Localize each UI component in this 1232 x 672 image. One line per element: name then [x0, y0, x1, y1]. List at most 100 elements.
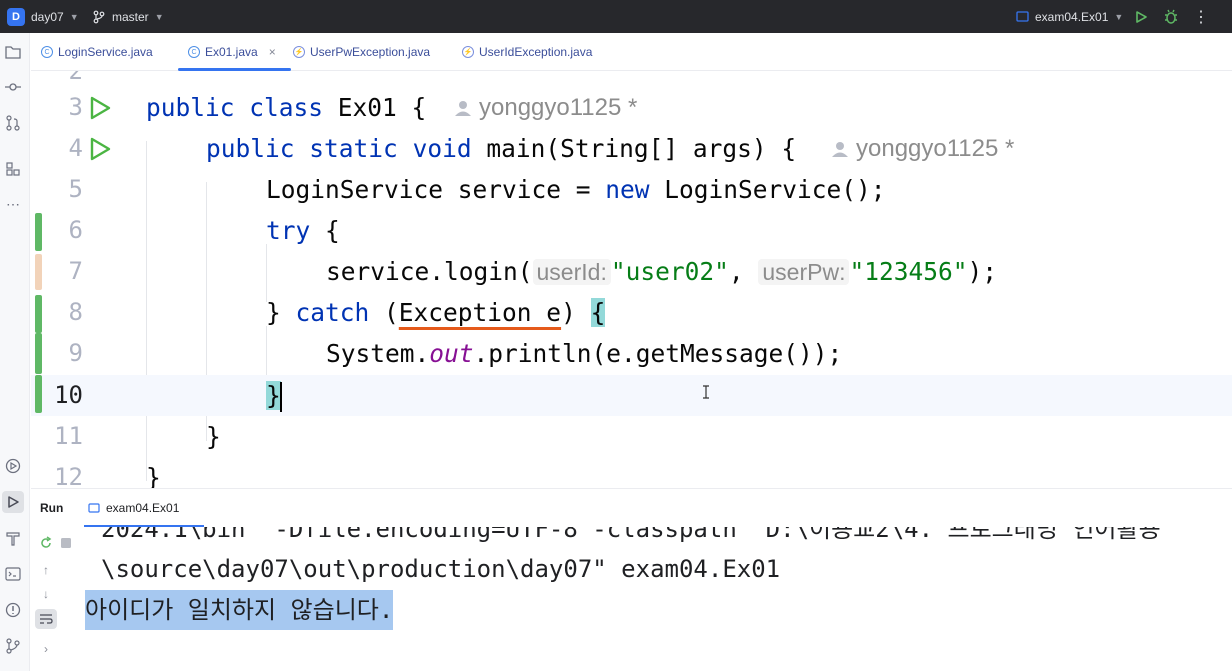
run-gutter-icon[interactable]	[89, 96, 111, 120]
more-options-icon[interactable]: ⋮	[1190, 0, 1212, 33]
code-text: service.login(userId: "user02", userPw: "1…	[326, 257, 997, 286]
run-panel-header: Run exam04.Ex01	[31, 489, 1232, 527]
debug-button[interactable]	[1160, 0, 1182, 33]
code-line: 3 public class Ex01 { yonggyo1125 *	[31, 87, 1232, 128]
run-config-selector[interactable]: exam04.Ex01 ▼	[1016, 0, 1123, 33]
commit-tool-icon[interactable]	[2, 76, 24, 98]
line-number: 12	[54, 463, 83, 488]
problems-tool-icon[interactable]	[2, 599, 24, 621]
arrow-down-icon: ↓	[43, 587, 49, 601]
code-line: 7 service.login(userId: "user02", userPw:…	[31, 251, 1232, 292]
run-tool-icon[interactable]	[2, 491, 24, 513]
project-selector[interactable]: D day07 ▼	[7, 0, 79, 33]
run-icon	[1136, 10, 1147, 23]
project-badge: D	[7, 7, 25, 26]
editor-tabs: C LoginService.java C Ex01.java × ⚡ User…	[31, 33, 1232, 71]
vcs-modified-marker[interactable]	[35, 254, 42, 290]
param-hint: userId:	[532, 259, 611, 285]
run-button[interactable]	[1130, 0, 1152, 33]
line-number: 6	[68, 216, 83, 244]
run-tab-exam04[interactable]: exam04.Ex01	[83, 489, 205, 527]
git-tool-icon[interactable]	[2, 635, 24, 657]
vcs-added-marker[interactable]	[35, 333, 42, 374]
tab-login-service[interactable]: C LoginService.java	[41, 33, 153, 71]
console-line-selected: 아이디가 일치하지 않습니다.	[85, 590, 394, 630]
tab-label: UserIdException.java	[479, 45, 593, 59]
run-tab-label: exam04.Ex01	[106, 501, 180, 515]
author-hint[interactable]: yonggyo1125 *	[831, 128, 1014, 169]
vcs-added-marker[interactable]	[35, 213, 42, 251]
vcs-added-marker[interactable]	[35, 375, 42, 413]
exception-class-icon: ⚡	[293, 46, 305, 58]
code-line: 6 try {	[31, 210, 1232, 251]
soft-wrap-icon	[40, 614, 53, 624]
run-config-name: exam04.Ex01	[1035, 9, 1109, 24]
structure-tool-icon[interactable]	[2, 158, 24, 180]
tab-userid-exception[interactable]: ⚡ UserIdException.java	[462, 33, 592, 71]
rerun-icon	[41, 536, 52, 548]
chevron-down-icon: ▼	[154, 11, 164, 22]
run-gutter-icon[interactable]	[89, 137, 111, 161]
text-cursor-icon	[703, 385, 709, 399]
code-text: public class Ex01 {	[146, 93, 427, 122]
tab-label: LoginService.java	[58, 45, 153, 59]
terminal-tool-icon[interactable]	[2, 563, 24, 585]
vcs-added-marker[interactable]	[35, 295, 42, 333]
run-config-icon	[88, 503, 100, 513]
chevron-right-icon: ›	[44, 642, 48, 656]
code-line: 9 System.out.println(e.getMessage());	[31, 333, 1232, 374]
console-output[interactable]: 2024.1\bin" -Dfile.encoding=UTF-8 -class…	[85, 527, 1232, 672]
project-tool-icon[interactable]	[2, 41, 24, 63]
close-icon[interactable]: ×	[269, 45, 276, 59]
pull-requests-icon[interactable]	[2, 112, 24, 134]
matched-brace: {	[590, 298, 606, 327]
scroll-down-button[interactable]: ↓	[35, 584, 57, 604]
code-text: LoginService service = new LoginService(…	[266, 175, 886, 204]
project-name: day07	[31, 9, 64, 24]
line-number: 11	[54, 422, 83, 450]
code-editor[interactable]: 2 3 public class Ex01 { yonggyo1125 * 4 …	[31, 71, 1232, 488]
code-line: 11 }	[31, 416, 1232, 457]
rerun-button[interactable]	[35, 533, 57, 553]
arrow-up-icon: ↑	[43, 563, 49, 577]
run-config-icon	[1016, 11, 1029, 22]
run-panel: Run exam04.Ex01 ↑ ↓ › 2024.1\bin" -Dfile…	[31, 488, 1232, 671]
code-line: 5 LoginService service = new LoginServic…	[31, 169, 1232, 210]
line-number: 4	[68, 134, 83, 162]
title-bar: D day07 ▼ master ▼ exam04.Ex01 ▼ ⋮	[0, 0, 1232, 33]
author-hint[interactable]: yonggyo1125 *	[454, 87, 637, 128]
git-branch-icon	[93, 10, 105, 23]
code-text: }	[146, 463, 161, 488]
build-tool-icon[interactable]	[2, 527, 24, 549]
chevron-down-icon: ▼	[1114, 11, 1124, 22]
stop-button[interactable]	[55, 533, 77, 553]
expand-button[interactable]: ›	[35, 639, 57, 659]
more-tools-icon[interactable]: ⋯	[2, 193, 24, 215]
tab-userpw-exception[interactable]: ⚡ UserPwException.java	[293, 33, 430, 71]
services-tool-icon[interactable]	[2, 455, 24, 477]
soft-wrap-button[interactable]	[35, 609, 57, 629]
tab-label: Ex01.java	[205, 45, 258, 59]
java-class-icon: C	[188, 46, 200, 58]
tab-label: UserPwException.java	[310, 45, 431, 59]
branch-selector[interactable]: master ▼	[92, 0, 164, 33]
run-toolbar: ↑ ↓ ›	[31, 527, 71, 672]
author-name: yonggyo1125 *	[479, 94, 638, 121]
scroll-up-button[interactable]: ↑	[35, 560, 57, 580]
code-text: }	[206, 422, 221, 451]
line-number: 5	[68, 175, 83, 203]
line-number: 3	[68, 93, 83, 121]
code-text: public static void main(String[] args) {	[206, 134, 797, 163]
line-number: 8	[68, 298, 83, 326]
code-text: System.out.println(e.getMessage());	[326, 339, 843, 368]
exception-class-icon: ⚡	[462, 46, 474, 58]
console-line: \source\day07\out\production\day07" exam…	[101, 555, 781, 583]
code-line: 8 } catch (Exception e) {	[31, 292, 1232, 333]
console-line: 2024.1\bin" -Dfile.encoding=UTF-8 -class…	[101, 527, 1161, 543]
author-name: yonggyo1125 *	[856, 135, 1015, 162]
text-caret	[279, 382, 282, 412]
error-underline: Exception e	[398, 298, 562, 327]
run-panel-title: Run	[40, 501, 64, 515]
code-line-current: 10 }	[31, 375, 1232, 416]
tab-ex01[interactable]: C Ex01.java ×	[178, 33, 291, 71]
